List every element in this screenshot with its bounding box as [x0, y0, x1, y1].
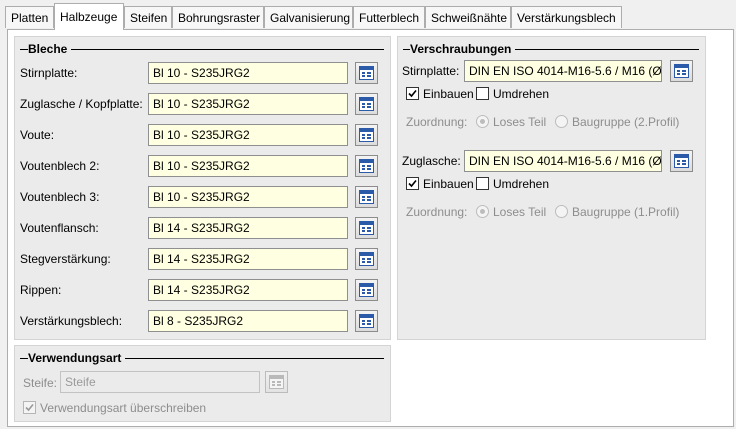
catalog-picker-icon: [674, 154, 689, 168]
catalog-picker-icon: [359, 221, 374, 235]
bleche-row-material-field[interactable]: Bl 10 - S235JRG2: [148, 186, 348, 208]
bleche-row-material-field[interactable]: Bl 10 - S235JRG2: [148, 124, 348, 146]
checkmark-icon: [408, 89, 417, 98]
vs-stirnplatte-umdrehen-checkbox[interactable]: [476, 87, 489, 100]
vs-stirnplatte-baugruppe-label: Baugruppe (2.Profil): [572, 115, 680, 129]
steife-picker-button[interactable]: [265, 371, 288, 393]
catalog-picker-icon: [359, 314, 374, 328]
bleche-row-label: Voutenblech 2:: [20, 159, 100, 173]
checkmark-icon: [408, 179, 417, 188]
tab-futterblech[interactable]: Futterblech: [353, 6, 425, 28]
bleche-row-label: Rippen:: [20, 283, 62, 297]
tab-verstaerkungsblech[interactable]: Verstärkungsblech: [511, 6, 622, 28]
tab-platten[interactable]: Platten: [5, 6, 54, 28]
bleche-row-label: Stirnplatte:: [20, 66, 78, 80]
vs-stirnplatte-bolt-field[interactable]: DIN EN ISO 4014-M16-5.6 / M16 (Ø: [464, 60, 662, 82]
verschraubungen-title: Verschraubungen: [410, 42, 516, 56]
bleche-row-picker-button[interactable]: [355, 124, 378, 146]
vs-zuglasche-umdrehen-checkbox[interactable]: [476, 177, 489, 190]
vs-zuglasche-einbauen-label: Einbauen: [423, 177, 474, 191]
tab-schweissnaehte[interactable]: Schweißnähte: [425, 6, 511, 28]
catalog-picker-icon: [359, 159, 374, 173]
catalog-picker-icon: [269, 375, 284, 389]
catalog-picker-icon: [359, 97, 374, 111]
bleche-title: Bleche: [28, 42, 72, 56]
vs-stirnplatte-label: Stirnplatte:: [402, 64, 460, 78]
bleche-row-picker-button[interactable]: [355, 62, 378, 84]
bleche-row-label: Voutenflansch:: [20, 221, 99, 235]
bleche-divider: [20, 49, 384, 50]
vs-stirnplatte-umdrehen-label: Umdrehen: [493, 87, 550, 101]
vs-zuglasche-bolt-field[interactable]: DIN EN ISO 4014-M16-5.6 / M16 (Ø: [464, 150, 662, 172]
bleche-row-material-field[interactable]: Bl 14 - S235JRG2: [148, 217, 348, 239]
bleche-row-picker-button[interactable]: [355, 310, 378, 332]
catalog-picker-icon: [359, 66, 374, 80]
vs-zuglasche-zuordnung-label: Zuordnung:: [406, 205, 468, 219]
vs-zuglasche-loses-teil-label: Loses Teil: [493, 205, 547, 219]
vs-zuglasche-baugruppe-label: Baugruppe (1.Profil): [572, 205, 680, 219]
vs-stirnplatte-picker-button[interactable]: [670, 60, 693, 82]
bleche-row-picker-button[interactable]: [355, 186, 378, 208]
tab-halbzeuge[interactable]: Halbzeuge: [54, 3, 124, 30]
vs-zuglasche-einbauen-checkbox[interactable]: [406, 177, 419, 190]
steife-label: Steife:: [23, 376, 58, 390]
bleche-row-label: Voutenblech 3:: [20, 190, 100, 204]
bleche-row-material-field[interactable]: Bl 10 - S235JRG2: [148, 62, 348, 84]
tab-galvanisierung[interactable]: Galvanisierung: [264, 6, 353, 28]
vs-stirnplatte-einbauen-label: Einbauen: [423, 87, 474, 101]
verwendungsart-override-label: Verwendungsart überschreiben: [40, 401, 207, 415]
catalog-picker-icon: [359, 190, 374, 204]
bleche-row-label: Voute:: [20, 128, 55, 142]
vs-zuglasche-baugruppe-radio[interactable]: [555, 205, 568, 218]
vs-stirnplatte-loses-teil-label: Loses Teil: [493, 115, 547, 129]
vs-stirnplatte-baugruppe-radio[interactable]: [555, 115, 568, 128]
catalog-picker-icon: [359, 283, 374, 297]
bleche-row-picker-button[interactable]: [355, 217, 378, 239]
vs-stirnplatte-loses-teil-radio[interactable]: [476, 115, 489, 128]
vs-zuglasche-loses-teil-radio[interactable]: [476, 205, 489, 218]
bleche-row-material-field[interactable]: Bl 10 - S235JRG2: [148, 155, 348, 177]
catalog-picker-icon: [359, 128, 374, 142]
bleche-row-material-field[interactable]: Bl 8 - S235JRG2: [148, 310, 348, 332]
vs-stirnplatte-einbauen-checkbox[interactable]: [406, 87, 419, 100]
verwendungsart-override-checkbox[interactable]: [23, 401, 36, 414]
bleche-row-material-field[interactable]: Bl 14 - S235JRG2: [148, 248, 348, 270]
tab-bohrungsraster[interactable]: Bohrungsraster: [172, 6, 264, 28]
bleche-row-label: Verstärkungsblech:: [20, 314, 123, 328]
vs-zuglasche-picker-button[interactable]: [670, 150, 693, 172]
bleche-row-picker-button[interactable]: [355, 248, 378, 270]
checkmark-icon: [25, 403, 34, 412]
catalog-picker-icon: [674, 64, 689, 78]
steife-input[interactable]: Steife: [60, 371, 260, 393]
bleche-row-material-field[interactable]: Bl 10 - S235JRG2: [148, 93, 348, 115]
tab-steifen[interactable]: Steifen: [124, 6, 172, 28]
bleche-row-material-field[interactable]: Bl 14 - S235JRG2: [148, 279, 348, 301]
bleche-row-picker-button[interactable]: [355, 93, 378, 115]
bleche-row-label: Stegverstärkung:: [20, 252, 111, 266]
vs-stirnplatte-zuordnung-label: Zuordnung:: [406, 115, 468, 129]
bleche-row-picker-button[interactable]: [355, 155, 378, 177]
tab-strip: Platten Halbzeuge Steifen Bohrungsraster…: [0, 0, 736, 30]
vs-zuglasche-label: Zuglasche:: [402, 154, 461, 168]
vs-zuglasche-umdrehen-label: Umdrehen: [493, 177, 550, 191]
verwendungsart-title: Verwendungsart: [28, 351, 126, 365]
bleche-row-label: Zuglasche / Kopfplatte:: [20, 97, 143, 111]
bleche-row-picker-button[interactable]: [355, 279, 378, 301]
catalog-picker-icon: [359, 252, 374, 266]
